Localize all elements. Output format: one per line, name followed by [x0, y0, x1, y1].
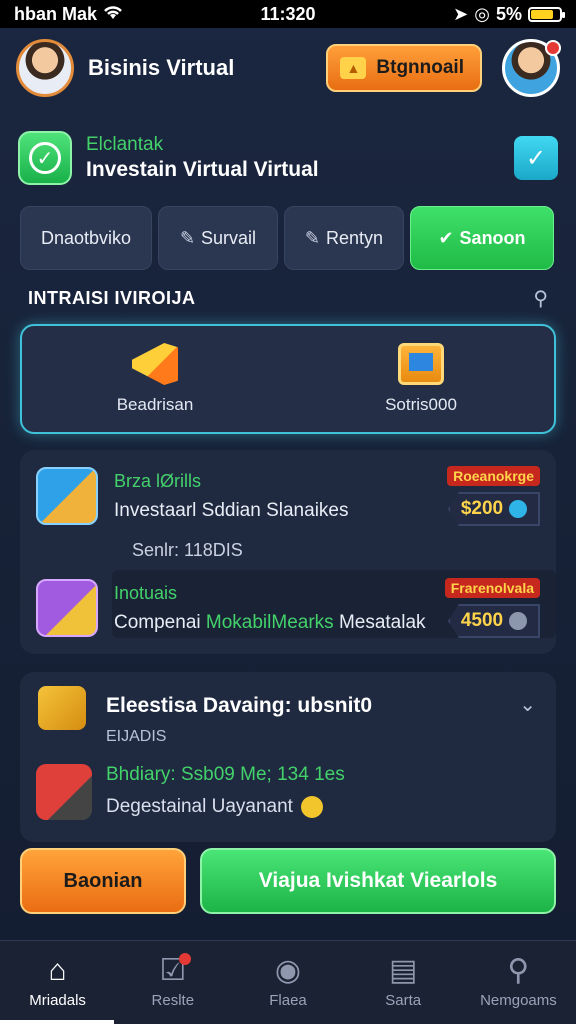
user-avatar[interactable]: [16, 39, 74, 97]
alarm-icon: ◎: [474, 3, 490, 24]
detail-title: Eleestisa Davaing: ubsnit0: [106, 694, 373, 717]
price-label: Roeanokrge: [447, 466, 540, 486]
section-title: INTRAISI IVIROIJA: [28, 288, 196, 308]
status-banner: ✓ Elclantak Investain Virtual Virtual ✓: [18, 120, 558, 196]
house-icon: ▲: [340, 57, 367, 79]
package-icon: [36, 579, 98, 637]
app-header: Bisinis Virtual ▲ Btgnnoail: [0, 28, 576, 108]
nav-label: Reslte: [151, 992, 195, 1009]
tab-sanoon[interactable]: ✔ Sanoon: [410, 206, 554, 270]
detail-code: EIJADIS: [106, 728, 167, 745]
feature-item[interactable]: Beadrisan: [22, 326, 288, 432]
price-value: 4500: [460, 610, 504, 631]
nav-label: Flaea: [269, 992, 307, 1009]
coin-icon: [509, 612, 528, 630]
listing-description: Compenai MokabilMearks Mesatalak: [114, 612, 444, 634]
banner-subtitle: Elclantak: [86, 134, 164, 155]
status-bar: hban Mak 11:320 ➤ ◎ 5%: [0, 0, 576, 28]
nav-label: Mriadals: [29, 992, 86, 1009]
price-value: $200: [460, 498, 504, 519]
nav-item-nemgoams[interactable]: ⚲ Nemgoams: [461, 941, 576, 1024]
price-tag: Frarenolvala 4500: [444, 578, 540, 638]
tab-label: Dnaotbviko: [40, 227, 132, 248]
active-indicator: [0, 1020, 114, 1024]
listing-description: Investaarl Sddian Slanaikes: [114, 499, 349, 521]
wrench-icon[interactable]: ⚲: [533, 286, 548, 311]
chevron-down-icon[interactable]: ⌄: [519, 692, 536, 717]
header-action-label: Btgnnoail: [376, 57, 464, 78]
check-icon: ✔: [438, 227, 454, 248]
list-item[interactable]: Brza lØrills Investaarl Sddian Slanaikes…: [20, 466, 556, 526]
listing-category: Brza lØrills: [114, 470, 202, 491]
tablet-icon: [36, 467, 98, 525]
nav-label: Sarta: [385, 992, 422, 1009]
banner-title: Investain Virtual Virtual: [86, 158, 319, 181]
battery-percent: 5%: [495, 3, 522, 24]
coin-icon: [300, 796, 323, 818]
tab-survail[interactable]: ✎ Survail: [158, 206, 278, 270]
feature-item[interactable]: Sotris000: [288, 326, 554, 432]
detail-card: Eleestisa Davaing: ubsnit0 ⌄ EIJADIS Bhd…: [20, 672, 556, 842]
machine-icon: [36, 764, 92, 820]
price-amount: 4500: [448, 604, 540, 638]
bottom-nav: ⌂ Mriadals ☑ Reslte ◉ Flaea ▤ Sarta ⚲ Ne…: [0, 940, 576, 1024]
nav-item-flaea[interactable]: ◉ Flaea: [230, 941, 345, 1024]
desc-suffix: Mesatalak: [338, 611, 426, 633]
battery-icon: [528, 6, 565, 22]
note-text: Degestainal Uayanant: [106, 796, 293, 817]
check-toggle-icon[interactable]: ✓: [514, 136, 558, 180]
circle-icon: ◉: [274, 954, 302, 987]
coin-icon: [509, 500, 528, 518]
listings-card: Brza lØrills Investaarl Sddian Slanaikes…: [20, 450, 556, 654]
price-tag: Roeanokrge $200: [444, 466, 540, 526]
pencil-icon: ✎: [179, 227, 196, 248]
tab-bar: Dnaotbviko ✎ Survail ✎ Rentyn ✔ Sanoon: [20, 206, 556, 270]
tab-rentyn[interactable]: ✎ Rentyn: [284, 206, 404, 270]
badge-icon: [38, 686, 86, 730]
secondary-button[interactable]: Baonian: [20, 848, 186, 914]
header-action-button[interactable]: ▲ Btgnnoail: [326, 44, 482, 92]
wifi-icon: [103, 4, 123, 25]
screen-icon: [398, 343, 444, 385]
nav-item-reslte[interactable]: ☑ Reslte: [115, 941, 230, 1024]
search-person-icon: ⚲: [507, 954, 530, 987]
feature-label: Beadrisan: [116, 395, 194, 414]
tab-label: Survail: [201, 227, 257, 248]
home-icon: ⌂: [48, 954, 67, 987]
list-item[interactable]: Inotuais Compenai MokabilMearks Mesatala…: [20, 578, 556, 638]
verified-icon: ✓: [18, 131, 72, 185]
tab-label: Rentyn: [326, 227, 384, 248]
notification-badge: [179, 953, 192, 965]
location-icon: ➤: [453, 3, 469, 24]
listing-meta: Senlr: 118DIS: [132, 540, 243, 560]
listing-category: Inotuais: [114, 582, 178, 603]
page-title: Bisinis Virtual: [88, 55, 235, 80]
price-amount: $200: [448, 492, 540, 526]
pencil-icon: ✎: [304, 227, 321, 248]
notification-dot: [545, 40, 561, 56]
book-icon: ▤: [389, 954, 418, 987]
feature-label: Sotris000: [385, 395, 457, 414]
action-row: Baonian Viajua Ivishkat Viearlols: [20, 848, 556, 914]
price-label: Frarenolvala: [444, 578, 540, 598]
detail-note: Degestainal Uayanant: [106, 796, 323, 818]
nav-item-sarta[interactable]: ▤ Sarta: [346, 941, 461, 1024]
desc-prefix: Compenai: [114, 611, 201, 633]
nav-label: Nemgoams: [480, 992, 557, 1009]
primary-button[interactable]: Viajua Ivishkat Viearlols: [200, 848, 556, 914]
nav-item-home[interactable]: ⌂ Mriadals: [0, 941, 115, 1024]
detail-stats: Bhdiary: Ssb09 Me; 134 1es: [106, 764, 345, 785]
feature-card: Beadrisan Sotris000: [20, 324, 556, 434]
megaphone-icon: [132, 343, 178, 385]
carrier-label: hban Mak: [14, 3, 98, 24]
section-header: INTRAISI IVIROIJA ⚲: [28, 286, 548, 311]
profile-avatar[interactable]: [502, 39, 561, 97]
tab-dnaotbviko[interactable]: Dnaotbviko: [20, 206, 152, 270]
tab-label: Sanoon: [459, 227, 526, 248]
desc-highlight: MokabilMearks: [205, 611, 334, 633]
